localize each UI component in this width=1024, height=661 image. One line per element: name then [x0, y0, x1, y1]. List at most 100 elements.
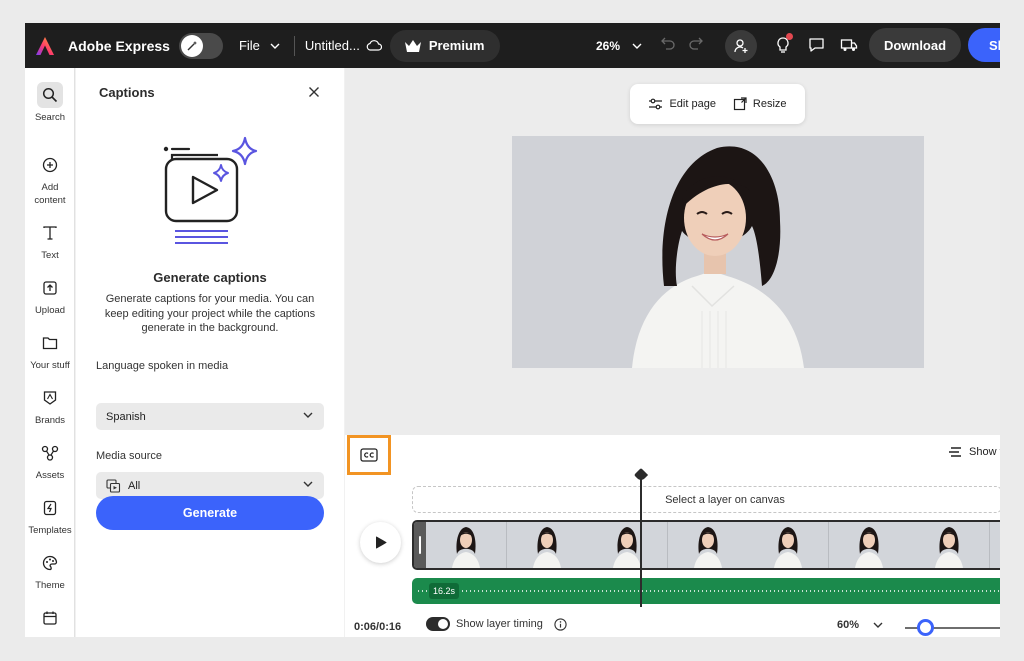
playhead[interactable]	[640, 475, 642, 607]
timing-icon	[949, 447, 961, 457]
file-menu[interactable]: File	[239, 38, 280, 53]
share-button[interactable]: Sh	[968, 28, 1000, 62]
rail-item-theme[interactable]: Theme	[25, 550, 75, 592]
rail-item-add-content[interactable]: Add content	[25, 152, 75, 207]
generate-captions-heading: Generate captions	[153, 270, 267, 285]
closed-captions-icon	[360, 448, 378, 462]
rail-item-label: Theme	[35, 580, 65, 591]
notification-dot	[786, 33, 793, 40]
app-name: Adobe Express	[68, 37, 170, 54]
video-frame-image[interactable]	[512, 136, 924, 368]
zoom-level: 26%	[596, 38, 621, 53]
chevron-down-icon	[303, 481, 313, 487]
trim-handle-left[interactable]	[414, 522, 426, 568]
palette-icon	[37, 550, 63, 576]
undo-redo-group	[660, 36, 704, 50]
top-bar: Adobe Express File Untitled... Premium 2…	[25, 23, 1000, 68]
resize-button[interactable]: Resize	[733, 97, 787, 111]
edit-page-button[interactable]: Edit page	[648, 98, 716, 110]
comments-button[interactable]	[806, 35, 826, 55]
document-title[interactable]: Untitled...	[305, 38, 382, 53]
play-button[interactable]	[360, 522, 401, 563]
media-source-select[interactable]: All	[96, 472, 324, 499]
rail-item-label: Add content	[34, 182, 66, 206]
schedule-button[interactable]	[839, 35, 859, 55]
show-timing-label: Show t	[969, 446, 1000, 458]
timeline-zoom-level: 60%	[837, 619, 860, 631]
timeline-zoom-select[interactable]: 60%	[837, 619, 883, 631]
left-rail: Search Add content Text Upload Your stuf…	[25, 68, 75, 637]
video-thumbnail	[989, 522, 1000, 568]
video-thumbnail	[587, 522, 668, 568]
video-thumbnail	[748, 522, 829, 568]
resize-icon	[733, 97, 747, 111]
media-stack-icon	[106, 478, 121, 493]
rail-item-brands[interactable]: Brands	[25, 385, 75, 427]
templates-icon	[37, 495, 63, 521]
edit-page-label: Edit page	[669, 98, 716, 110]
panel-title: Captions	[99, 85, 155, 100]
show-timing-button[interactable]: Show t	[948, 446, 1000, 458]
generate-button[interactable]: Generate	[96, 496, 324, 530]
app-window: Adobe Express File Untitled... Premium 2…	[25, 23, 1000, 637]
brand-icon	[37, 385, 63, 411]
video-thumbnail	[426, 522, 507, 568]
rail-item-search[interactable]: Search	[25, 82, 75, 124]
caption-track-placeholder: Select a layer on canvas	[665, 493, 785, 506]
text-icon	[37, 220, 63, 246]
video-track[interactable]	[412, 520, 1000, 570]
rail-item-more[interactable]	[25, 605, 75, 634]
rail-item-templates[interactable]: Templates	[25, 495, 75, 537]
captions-panel: Captions Generate captions Generate capt…	[76, 68, 344, 637]
cloud-icon	[366, 40, 382, 51]
language-select[interactable]: Spanish	[96, 403, 324, 430]
resize-label: Resize	[752, 98, 787, 110]
rail-item-label: Brands	[34, 415, 66, 426]
premium-label: Premium	[428, 38, 485, 53]
show-layer-timing-toggle[interactable]	[426, 617, 450, 631]
video-thumbnail	[667, 522, 748, 568]
whats-new-button[interactable]	[773, 33, 793, 55]
redo-icon[interactable]	[688, 36, 704, 50]
language-value: Spanish	[106, 410, 146, 423]
time-readout: 0:06/0:16	[354, 621, 402, 633]
chevron-down-icon	[303, 412, 313, 418]
caption-track[interactable]: Select a layer on canvas	[412, 486, 1000, 513]
rail-item-assets[interactable]: Assets	[25, 440, 75, 482]
document-title-label: Untitled...	[304, 38, 360, 53]
captions-toggle-button[interactable]	[347, 435, 391, 475]
timeline-panel: Show t Select a layer on canvas 16.2s 0:…	[345, 435, 1000, 637]
audio-duration-badge: 16.2s	[429, 583, 460, 599]
invite-collaborator-button[interactable]	[725, 30, 757, 62]
video-thumbnail	[506, 522, 587, 568]
undo-icon[interactable]	[660, 36, 676, 50]
magic-icon	[180, 34, 203, 57]
audio-waveform	[418, 590, 1000, 592]
folder-icon	[37, 330, 63, 356]
page-toolbar: Edit page Resize	[630, 84, 805, 124]
chevron-down-icon	[632, 43, 642, 49]
upload-icon	[37, 275, 63, 301]
canvas-zoom-select[interactable]: 26%	[596, 23, 642, 68]
delivery-icon	[840, 39, 858, 51]
download-button[interactable]: Download	[869, 28, 961, 62]
rail-item-label: Search	[34, 112, 66, 123]
chevron-down-icon	[270, 43, 280, 49]
close-icon[interactable]	[306, 84, 322, 100]
canvas-area: Edit page Resize	[345, 68, 1000, 435]
sliders-icon	[649, 98, 663, 110]
file-menu-label: File	[238, 38, 260, 53]
audio-track[interactable]: 16.2s	[412, 578, 1000, 604]
adobe-express-logo[interactable]	[35, 36, 55, 56]
rail-item-your-stuff[interactable]: Your stuff	[25, 330, 75, 372]
rail-item-upload[interactable]: Upload	[25, 275, 75, 317]
divider	[293, 35, 295, 56]
rail-item-label: Text	[41, 250, 59, 261]
rail-item-text[interactable]: Text	[25, 220, 75, 262]
play-icon	[375, 536, 386, 549]
premium-button[interactable]: Premium	[389, 29, 501, 62]
rail-item-label: Your stuff	[30, 360, 70, 371]
premium-features-toggle[interactable]	[178, 32, 223, 59]
timeline-zoom-slider-handle[interactable]	[917, 619, 934, 636]
info-icon[interactable]	[554, 618, 567, 631]
